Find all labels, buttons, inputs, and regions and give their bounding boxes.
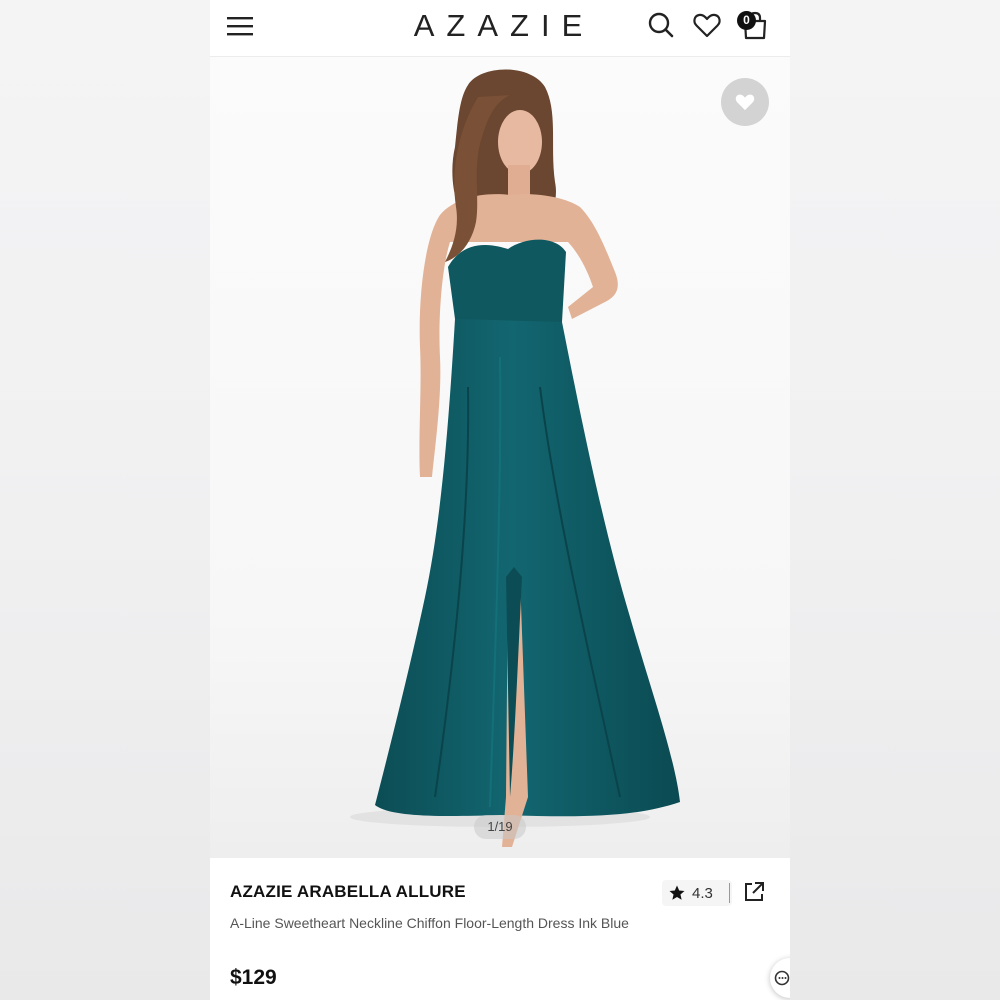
wishlist-heart-icon[interactable]: [692, 10, 722, 40]
heart-icon: [735, 94, 755, 111]
product-description: A-Line Sweetheart Neckline Chiffon Floor…: [230, 915, 629, 931]
top-header: AZAZIE 0: [210, 0, 790, 57]
product-image-gallery[interactable]: 1/19: [210, 57, 790, 858]
product-price: $129: [230, 966, 277, 989]
product-brand-title: AZAZIE ARABELLA ALLURE: [230, 882, 466, 901]
background-right: [790, 0, 1000, 1000]
cart-count-badge: 0: [737, 11, 756, 30]
star-icon: [669, 885, 685, 900]
search-icon[interactable]: [646, 10, 676, 40]
rating-divider: [729, 883, 730, 903]
rating-badge[interactable]: 4.3: [662, 880, 732, 906]
product-page: AZAZIE 0 1/19 AZAZIE ARABELLA ALLURE 4.3…: [210, 0, 790, 1000]
product-info: AZAZIE ARABELLA ALLURE 4.3 A-Line Sweeth…: [210, 858, 790, 1000]
share-icon[interactable]: [742, 880, 766, 904]
background-left: [0, 0, 210, 1000]
image-counter: 1/19: [474, 815, 526, 839]
chat-icon: [774, 970, 790, 986]
favorite-button[interactable]: [721, 78, 769, 126]
model-dress-image: [350, 69, 680, 847]
chat-button[interactable]: [770, 958, 790, 998]
rating-value: 4.3: [692, 884, 713, 902]
